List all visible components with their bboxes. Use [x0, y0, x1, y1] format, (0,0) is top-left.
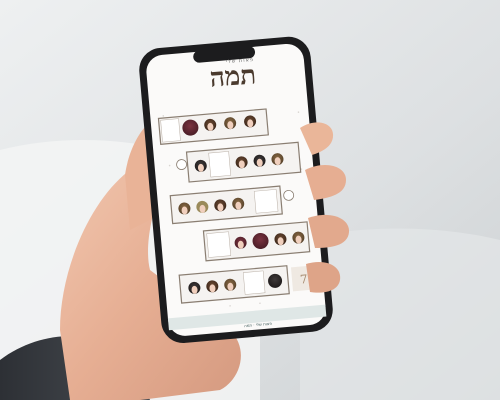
photo-scene: 7 [0, 0, 500, 400]
phone: 7 [139, 36, 333, 344]
svg-text:7: 7 [299, 272, 308, 287]
